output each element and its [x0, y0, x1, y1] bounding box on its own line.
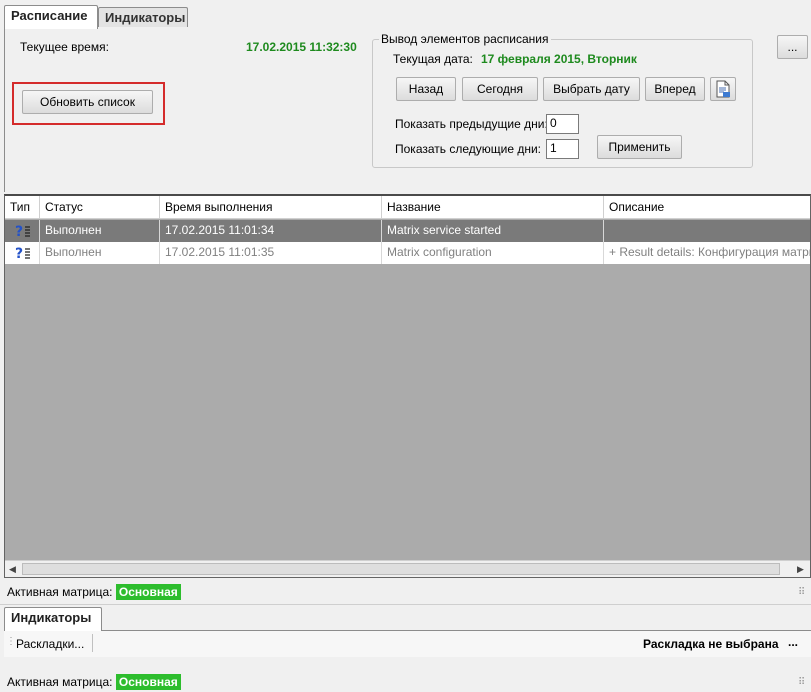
- toolbar-grip-icon: ⋮: [6, 636, 16, 647]
- prev-days-input[interactable]: 0: [546, 114, 579, 134]
- active-matrix-label: Активная матрица:: [7, 675, 113, 689]
- question-list-icon: ?: [15, 224, 30, 239]
- col-header-status[interactable]: Статус: [40, 196, 160, 218]
- row-type-cell: ?: [5, 242, 40, 264]
- current-date-value: 17 февраля 2015, Вторник: [481, 52, 637, 66]
- scroll-thumb[interactable]: [22, 563, 780, 575]
- next-days-input[interactable]: 1: [546, 139, 579, 159]
- row-time-cell: 17.02.2015 11:01:34: [160, 220, 382, 242]
- current-time-value: 17.02.2015 11:32:30: [246, 40, 357, 54]
- apply-button[interactable]: Применить: [597, 135, 682, 159]
- prev-days-label: Показать предыдущие дни:: [395, 117, 548, 131]
- back-button[interactable]: Назад: [396, 77, 456, 101]
- active-matrix-badge: Основная: [115, 584, 181, 600]
- schedule-output-legend: Вывод элементов расписания: [381, 32, 549, 46]
- table-row[interactable]: ? Выполнен 17.02.2015 11:01:35 Matrix co…: [5, 242, 810, 264]
- tab-indicators[interactable]: Индикаторы: [98, 7, 188, 29]
- row-status-cell: Выполнен: [40, 220, 160, 242]
- current-time-label: Текущее время:: [20, 40, 109, 54]
- tab-indicators-bottom[interactable]: Индикаторы: [4, 607, 102, 631]
- refresh-list-button[interactable]: Обновить список: [22, 90, 153, 114]
- layouts-button[interactable]: Раскладки...: [16, 637, 84, 651]
- status-bar-top: Активная матрица: Основная: [7, 584, 181, 600]
- resize-grip-icon[interactable]: ⠿: [798, 587, 805, 598]
- scroll-left-icon[interactable]: ◀: [9, 564, 16, 575]
- next-days-label: Показать следующие дни:: [395, 142, 542, 156]
- active-matrix-badge: Основная: [115, 674, 181, 690]
- svg-text:?: ?: [15, 224, 23, 239]
- row-time-cell: 17.02.2015 11:01:35: [160, 242, 382, 264]
- svg-text:?: ?: [15, 246, 23, 261]
- toolbar-separator: [92, 634, 93, 652]
- forward-button[interactable]: Вперед: [645, 77, 705, 101]
- col-header-type[interactable]: Тип: [5, 196, 40, 218]
- today-button[interactable]: Сегодня: [462, 77, 538, 101]
- schedule-grid: Тип Статус Время выполнения Название Опи…: [4, 194, 811, 578]
- status-bar-bottom: Активная матрица: Основная: [7, 674, 181, 690]
- scroll-right-icon[interactable]: ▶: [797, 564, 804, 575]
- row-name-cell: Matrix service started: [382, 220, 604, 242]
- row-status-cell: Выполнен: [40, 242, 160, 264]
- resize-grip-icon[interactable]: ⠿: [798, 677, 805, 688]
- col-header-description[interactable]: Описание: [604, 196, 810, 218]
- grid-header: Тип Статус Время выполнения Название Опи…: [5, 196, 810, 219]
- tab-schedule[interactable]: Расписание: [4, 5, 98, 29]
- active-matrix-label: Активная матрица:: [7, 585, 113, 599]
- row-description-cell: [604, 220, 810, 242]
- question-list-icon: ?: [15, 246, 30, 261]
- document-export-icon: [716, 80, 730, 98]
- row-description-cell: + Result details: Конфигурация матрицы .…: [609, 245, 810, 259]
- schedule-panel: Текущее время: 17.02.2015 11:32:30 Обнов…: [4, 27, 811, 192]
- table-row[interactable]: ? Выполнен 17.02.2015 11:01:34 Matrix se…: [5, 220, 810, 242]
- pick-date-button[interactable]: Выбрать дату: [543, 77, 640, 101]
- toolbar-more-button[interactable]: ...: [788, 635, 798, 649]
- export-button[interactable]: [710, 77, 736, 101]
- horizontal-scrollbar[interactable]: ◀ ▶: [5, 560, 810, 577]
- row-type-cell: ?: [5, 220, 40, 242]
- indicators-divider: [0, 604, 811, 605]
- row-name-cell: Matrix configuration: [382, 242, 604, 264]
- layout-status: Раскладка не выбрана: [643, 637, 779, 651]
- indicators-toolbar: ⋮ Раскладки... Раскладка не выбрана ...: [4, 631, 811, 657]
- col-header-name[interactable]: Название: [382, 196, 604, 218]
- current-date-label: Текущая дата:: [393, 52, 473, 66]
- col-header-time[interactable]: Время выполнения: [160, 196, 382, 218]
- ellipsis-button[interactable]: ...: [777, 35, 808, 59]
